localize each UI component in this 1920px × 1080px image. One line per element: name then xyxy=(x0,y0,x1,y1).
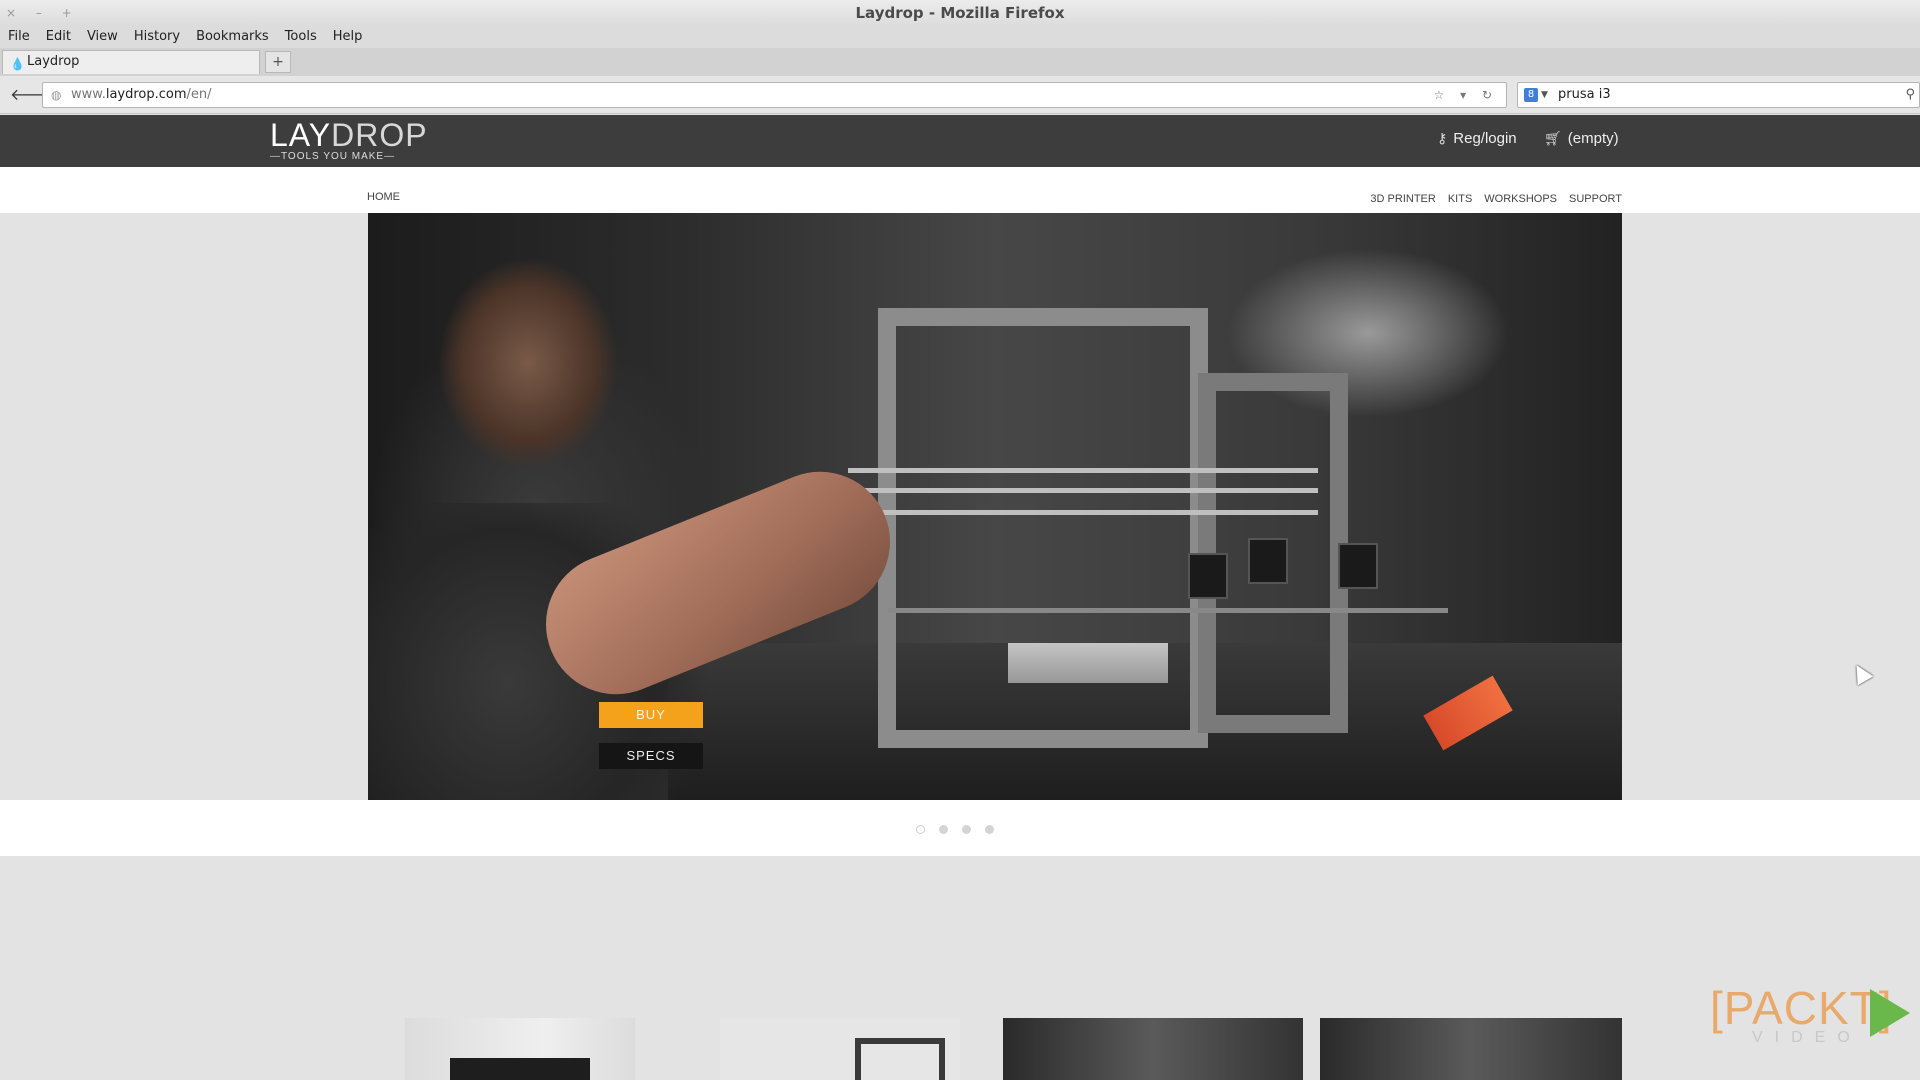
site-header: LAYDROP TOOLS YOU MAKE ⚷ Reg/login 🛒︎ (emp… xyxy=(0,115,1920,167)
product-thumbnail[interactable] xyxy=(1003,1018,1303,1080)
tab-laydrop[interactable]: 💧 Laydrop xyxy=(2,50,260,74)
printer-bed xyxy=(1008,643,1168,683)
drop-icon: 💧 xyxy=(10,57,25,71)
printer-rod xyxy=(848,488,1318,493)
site-subnav: HOME 3D PRINTER KITS WORKSHOPS SUPPORT xyxy=(0,167,1920,213)
stepper-motor xyxy=(1188,553,1228,599)
reg-login-link[interactable]: ⚷ Reg/login xyxy=(1437,130,1517,147)
globe-icon: ◍ xyxy=(51,88,62,102)
menu-bookmarks[interactable]: Bookmarks xyxy=(196,29,269,44)
product-thumbnail[interactable] xyxy=(720,1018,960,1080)
stepper-motor xyxy=(1338,543,1378,589)
carousel-dot[interactable] xyxy=(984,825,994,834)
carousel-dot[interactable] xyxy=(961,825,971,834)
search-bar[interactable]: 8 ▼ prusa i3 ⚲ xyxy=(1517,82,1920,108)
nav-3d-printer[interactable]: 3D PRINTER xyxy=(1370,193,1435,205)
window-title: Laydrop - Mozilla Firefox xyxy=(855,4,1065,22)
play-icon xyxy=(1870,989,1910,1037)
printer-rod xyxy=(888,608,1448,613)
printer-rod xyxy=(848,510,1318,515)
reg-login-label: Reg/login xyxy=(1453,130,1517,147)
laydrop-logo[interactable]: LAYDROP TOOLS YOU MAKE xyxy=(270,119,430,163)
product-thumbnail[interactable] xyxy=(405,1018,635,1080)
page-margin-left xyxy=(0,213,368,800)
menu-help[interactable]: Help xyxy=(333,29,363,44)
navigation-bar: 🡐 ◍ www.laydrop.com/en/ ☆ ▾ ↻ 8 ▼ prusa … xyxy=(0,76,1920,114)
packt-logo-word: [PACKT] xyxy=(1710,982,1893,1034)
menu-edit[interactable]: Edit xyxy=(46,29,71,44)
url-controls[interactable]: ☆ ▾ ↻ xyxy=(1434,83,1498,107)
key-icon: ⚷ xyxy=(1437,130,1448,146)
carousel-dot[interactable] xyxy=(938,825,948,834)
tab-title: Laydrop xyxy=(27,54,80,69)
menu-view[interactable]: View xyxy=(87,29,118,44)
product-thumbnails-area xyxy=(0,856,1920,1080)
nav-kits[interactable]: KITS xyxy=(1448,193,1472,205)
person-head xyxy=(398,213,638,543)
new-tab-button[interactable]: + xyxy=(265,51,291,73)
chevron-down-icon[interactable]: ▼ xyxy=(1541,83,1548,107)
carousel-dot[interactable] xyxy=(915,825,925,834)
url-prefix: www. xyxy=(71,87,106,102)
search-engine-icon[interactable]: 8 xyxy=(1524,88,1538,102)
packt-logo-sub: VIDEO xyxy=(1752,1029,1862,1046)
menu-bar: File Edit View History Bookmarks Tools Help xyxy=(0,26,1920,48)
menu-tools[interactable]: Tools xyxy=(285,29,317,44)
buy-button[interactable]: BUY xyxy=(599,702,703,728)
nav-workshops[interactable]: WORKSHOPS xyxy=(1484,193,1557,205)
carousel-indicators xyxy=(0,800,1920,856)
hero-slide-image[interactable]: BUY SPECS xyxy=(368,213,1622,800)
menu-history[interactable]: History xyxy=(134,29,180,44)
nav-home[interactable]: HOME xyxy=(367,191,400,203)
menu-file[interactable]: File xyxy=(8,29,30,44)
search-icon[interactable]: ⚲ xyxy=(1905,83,1915,107)
stepper-motor xyxy=(1248,538,1288,584)
window-titlebar: × – + Laydrop - Mozilla Firefox xyxy=(0,0,1920,26)
page-margin-right xyxy=(1622,213,1920,800)
product-thumbnail[interactable] xyxy=(1320,1018,1622,1080)
specs-button[interactable]: SPECS xyxy=(599,743,703,769)
logo-drop: DROP xyxy=(331,117,428,153)
packt-video-watermark: [PACKT] VIDEO xyxy=(1710,985,1920,1055)
tab-strip: 💧 Laydrop + xyxy=(0,48,1920,76)
cart-label: (empty) xyxy=(1567,130,1619,147)
cart-icon: 🛒︎ xyxy=(1544,130,1562,146)
printer-rod xyxy=(848,468,1318,473)
nav-support[interactable]: SUPPORT xyxy=(1569,193,1622,205)
logo-lay: LAY xyxy=(270,117,332,153)
url-domain: laydrop.com xyxy=(105,87,187,102)
url-path: /en/ xyxy=(186,87,212,102)
url-bar[interactable]: ◍ www.laydrop.com/en/ ☆ ▾ ↻ xyxy=(42,82,1507,108)
window-controls[interactable]: × – + xyxy=(6,0,80,26)
search-input[interactable]: prusa i3 xyxy=(1558,87,1611,102)
cart-link[interactable]: 🛒︎ (empty) xyxy=(1544,130,1619,147)
